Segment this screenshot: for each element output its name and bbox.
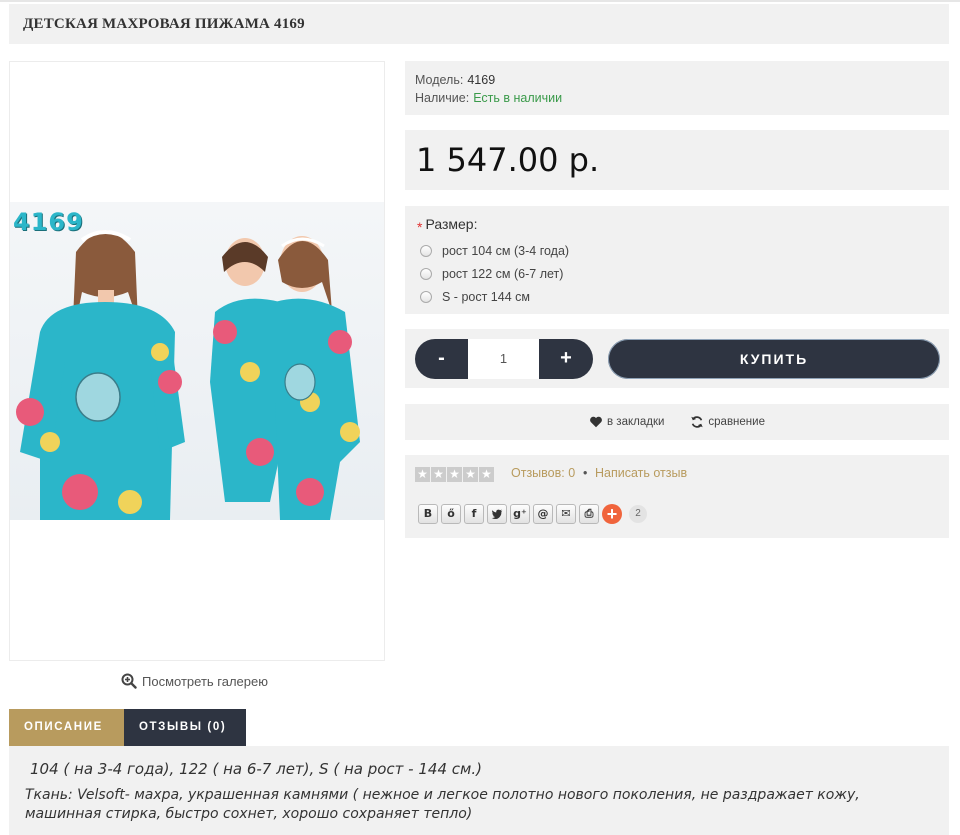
size-option-label-122: рост 122 см (6-7 лет) (442, 266, 564, 281)
title-bar: ДЕТСКАЯ МАХРОВАЯ ПИЖАМА 4169 (9, 4, 949, 44)
size-option-label-144: S - рост 144 см (442, 289, 530, 304)
stock-row: Наличие: Есть в наличии (415, 89, 939, 107)
tab-reviews[interactable]: ОТЗЫВЫ (0) (124, 709, 246, 746)
twitter-icon[interactable] (487, 504, 507, 524)
odnoklassniki-icon[interactable]: ő (441, 504, 461, 524)
product-tabs: ОПИСАНИЕ ОТЗЫВЫ (0) (9, 709, 246, 746)
email-icon[interactable]: ✉ (556, 504, 576, 524)
size-option-label: Размер: (425, 216, 478, 232)
model-row: Модель: 4169 (415, 71, 939, 89)
size-option-122[interactable]: рост 122 см (6-7 лет) (417, 262, 937, 285)
heart-icon (590, 416, 602, 428)
star-icon (447, 466, 462, 482)
rating-stars (415, 466, 494, 482)
compare-label: сравнение (708, 416, 765, 428)
print-icon[interactable]: ⎙ (579, 504, 599, 524)
wishlist-label: в закладки (607, 416, 665, 428)
size-option-144[interactable]: S - рост 144 см (417, 285, 937, 308)
star-icon (479, 466, 494, 482)
facebook-icon[interactable]: f (464, 504, 484, 524)
star-icon (431, 466, 446, 482)
share-count: 2 (629, 505, 647, 523)
size-radio-104[interactable] (420, 244, 432, 257)
view-gallery-label: Посмотреть галерею (142, 673, 268, 689)
description-panel: 104 ( на 3-4 года), 122 ( на 6-7 лет), S… (9, 746, 949, 835)
compare-link[interactable]: сравнение (690, 415, 765, 429)
quantity-input[interactable]: 1 (468, 339, 539, 379)
page-title: ДЕТСКАЯ МАХРОВАЯ ПИЖАМА 4169 (23, 16, 305, 32)
refresh-icon (691, 416, 704, 428)
google-plus-icon[interactable]: g⁺ (510, 504, 530, 524)
top-divider (0, 0, 960, 2)
description-fabric: Ткань: Velsoft- махра, украшенная камням… (25, 787, 860, 822)
more-share-icon[interactable]: + (602, 504, 622, 524)
wishlist-compare-box: в закладки сравнение (405, 404, 949, 440)
product-info-box: Модель: 4169 Наличие: Есть в наличии (405, 61, 949, 115)
size-radio-122[interactable] (420, 267, 432, 280)
model-value: 4169 (467, 73, 496, 87)
add-to-wishlist-link[interactable]: в закладки (589, 415, 664, 429)
view-gallery-link[interactable]: Посмотреть галерею (121, 673, 268, 689)
description-sizes: 104 ( на 3-4 года), 122 ( на 6-7 лет), S… (30, 760, 482, 778)
product-photo-illustration (10, 202, 384, 520)
price-box: 1 547.00 р. (405, 130, 949, 190)
reviews-separator: • (583, 466, 588, 480)
share-buttons: В ő f g⁺ @ ✉ ⎙ + 2 (418, 504, 647, 524)
tab-description[interactable]: ОПИСАНИЕ (9, 709, 124, 746)
write-review-link[interactable]: Написать отзыв (595, 466, 687, 480)
stock-label: Наличие: (415, 91, 470, 105)
reviews-share-box: Отзывов: 0 • Написать отзыв В ő f g⁺ @ ✉… (405, 455, 949, 538)
quantity-increase-button[interactable]: + (539, 339, 593, 379)
size-option-104[interactable]: рост 104 см (3-4 года) (417, 239, 937, 262)
size-radio-144[interactable] (420, 290, 432, 303)
product-price: 1 547.00 р. (416, 141, 600, 179)
required-mark: * (417, 219, 423, 235)
size-option-label-104: рост 104 см (3-4 года) (442, 243, 570, 258)
zoom-in-icon (121, 673, 137, 689)
purchase-box: - 1 + КУПИТЬ (405, 329, 949, 388)
reviews-count-link[interactable]: Отзывов: 0 (511, 466, 575, 480)
model-label: Модель: (415, 73, 464, 87)
product-photo[interactable]: 4169 (10, 202, 384, 520)
size-options-box: * Размер: рост 104 см (3-4 года) рост 122… (405, 206, 949, 314)
stock-status: Есть в наличии (473, 91, 563, 105)
vk-icon[interactable]: В (418, 504, 438, 524)
star-icon (463, 466, 478, 482)
size-option-title: * Размер: (417, 216, 937, 235)
product-image-box[interactable]: 4169 (9, 61, 385, 661)
buy-button[interactable]: КУПИТЬ (608, 339, 940, 379)
star-icon (415, 466, 430, 482)
quantity-decrease-button[interactable]: - (415, 339, 468, 379)
image-badge: 4169 (13, 208, 84, 236)
mail-at-icon[interactable]: @ (533, 504, 553, 524)
